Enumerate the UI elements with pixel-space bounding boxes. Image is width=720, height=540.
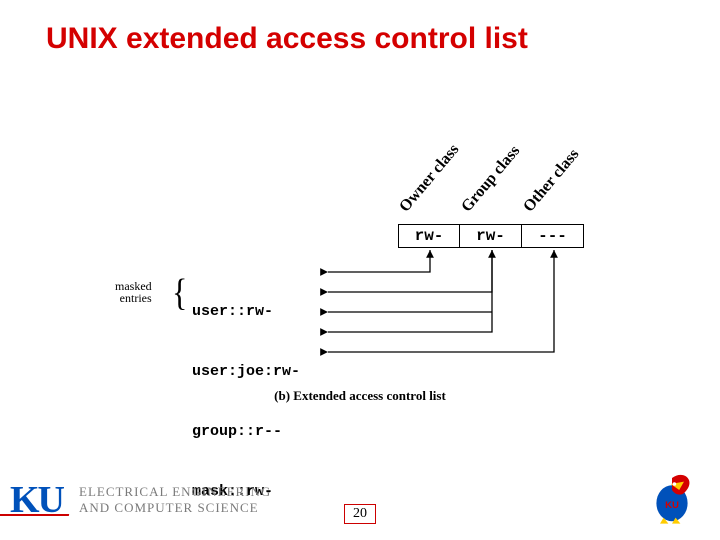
acl-entry: user:joe:rw- <box>192 362 300 382</box>
perm-owner-cell: rw- <box>398 224 460 248</box>
dept-line1: ELECTRICAL ENGINEERING <box>79 484 271 500</box>
jayhawk-icon: KU <box>642 466 702 526</box>
masked-entries-label: masked entries <box>115 280 152 304</box>
mascot-badge-text: KU <box>665 500 679 511</box>
diagram-caption: (b) Extended access control list <box>0 388 720 404</box>
dept-line2: AND COMPUTER SCIENCE <box>79 500 271 516</box>
perm-other-cell: --- <box>522 224 584 248</box>
brace-icon: { <box>172 273 187 311</box>
page-number: 20 <box>344 504 376 524</box>
acl-entry: group::r-- <box>192 422 300 442</box>
other-class-label: Other class <box>520 146 583 216</box>
slide-footer: KU ELECTRICAL ENGINEERING AND COMPUTER S… <box>0 462 720 532</box>
department-name: ELECTRICAL ENGINEERING AND COMPUTER SCIE… <box>79 484 271 516</box>
arrow-overlay <box>0 110 720 430</box>
ku-wordmark: KU <box>10 478 63 522</box>
permission-row: rw- rw- --- <box>398 224 584 248</box>
acl-diagram: Owner class Group class Other class rw- … <box>0 110 720 430</box>
acl-entry: user::rw- <box>192 302 300 322</box>
owner-class-label: Owner class <box>396 141 463 216</box>
page-title: UNIX extended access control list <box>46 22 528 56</box>
ku-logo: KU ELECTRICAL ENGINEERING AND COMPUTER S… <box>10 478 271 522</box>
masked-l2: entries <box>115 292 152 304</box>
group-class-label: Group class <box>458 142 524 216</box>
perm-group-cell: rw- <box>460 224 522 248</box>
